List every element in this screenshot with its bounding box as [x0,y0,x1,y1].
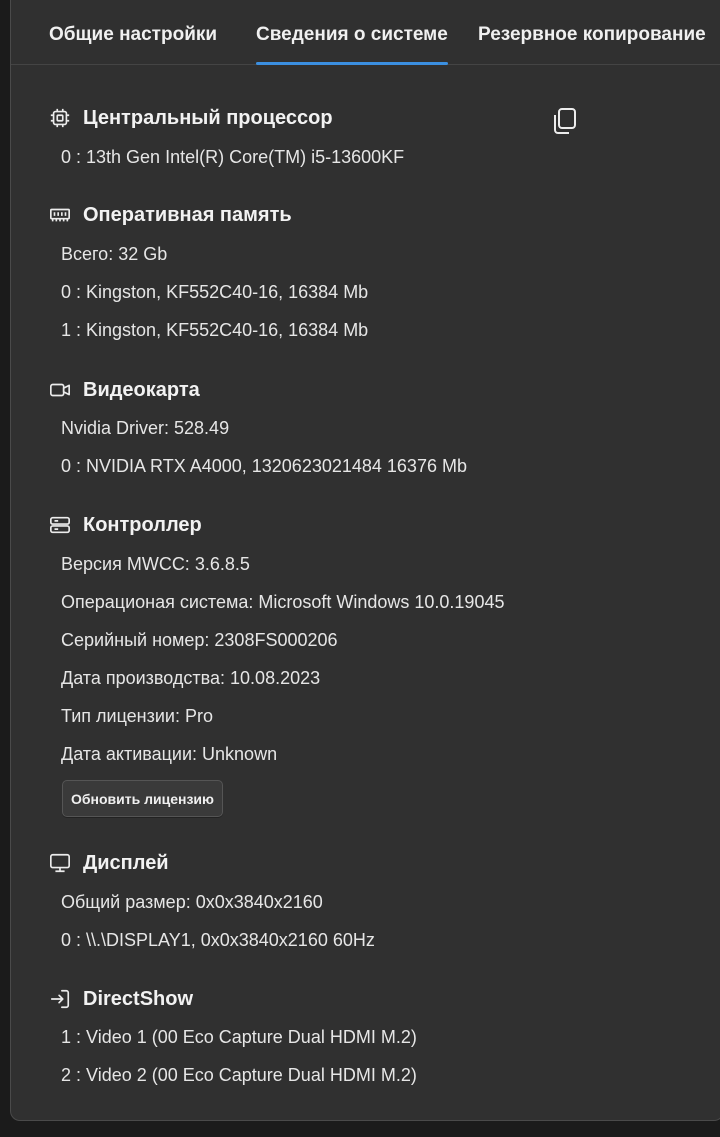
copy-button[interactable] [549,104,581,138]
display-line: Общий размер: 0x0x3840x2160 [61,892,323,912]
gpu-line: 0 : NVIDIA RTX A4000, 1320623021484 1637… [61,456,467,476]
controller-line: Операционая система: Microsoft Windows 1… [61,592,505,612]
controller-line: Дата производства: 10.08.2023 [61,668,321,688]
section-cpu-title: Центральный процессор [83,106,333,129]
section-display-title: Дисплей [83,851,169,874]
controller-line: Дата активации: Unknown [61,744,278,764]
section-gpu-title: Видеокарта [83,378,200,401]
ram-line: 0 : Kingston, KF552C40-16, 16384 Mb [61,282,369,302]
section-display-header: Дисплей [48,850,169,876]
video-camera-icon [48,378,72,402]
cpu-icon [48,106,72,130]
server-icon [48,513,72,537]
update-license-button[interactable]: Обновить лицензию [62,780,223,817]
tab-system-info[interactable]: Сведения о системе [256,24,448,65]
system-info-panel: Общие настройки Сведения о системе Резер… [10,0,720,1121]
section-ram-header: Оперативная память [48,202,292,228]
gpu-line: Nvidia Driver: 528.49 [61,418,230,438]
directshow-line: 2 : Video 2 (00 Eco Capture Dual HDMI M.… [61,1065,417,1085]
ram-line: Всего: 32 Gb [61,244,168,264]
tab-bar: Общие настройки Сведения о системе Резер… [11,0,720,65]
section-ram-title: Оперативная память [83,203,292,226]
copy-icon [554,108,576,134]
ram-line: 1 : Kingston, KF552C40-16, 16384 Mb [61,320,369,340]
controller-line: Тип лицензии: Pro [61,706,213,726]
sign-in-icon [48,987,72,1011]
display-line: 0 : \\.\DISPLAY1, 0x0x3840x2160 60Hz [61,930,375,950]
tab-backup[interactable]: Резервное копирование [478,24,706,46]
section-directshow-header: DirectShow [48,986,193,1012]
section-gpu-header: Видеокарта [48,377,200,403]
cpu-line: 0 : 13th Gen Intel(R) Core(TM) i5-13600K… [61,147,405,167]
directshow-line: 1 : Video 1 (00 Eco Capture Dual HDMI M.… [61,1027,417,1047]
controller-line: Серийный номер: 2308FS000206 [61,630,338,650]
section-controller-title: Контроллер [83,513,202,536]
monitor-icon [48,851,72,875]
controller-line: Версия MWCC: 3.6.8.5 [61,554,250,574]
ram-icon [48,203,72,227]
tab-general-settings[interactable]: Общие настройки [49,24,217,46]
section-cpu-header: Центральный процессор [48,105,333,131]
section-directshow-title: DirectShow [83,987,194,1010]
section-controller-header: Контроллер [48,512,202,538]
